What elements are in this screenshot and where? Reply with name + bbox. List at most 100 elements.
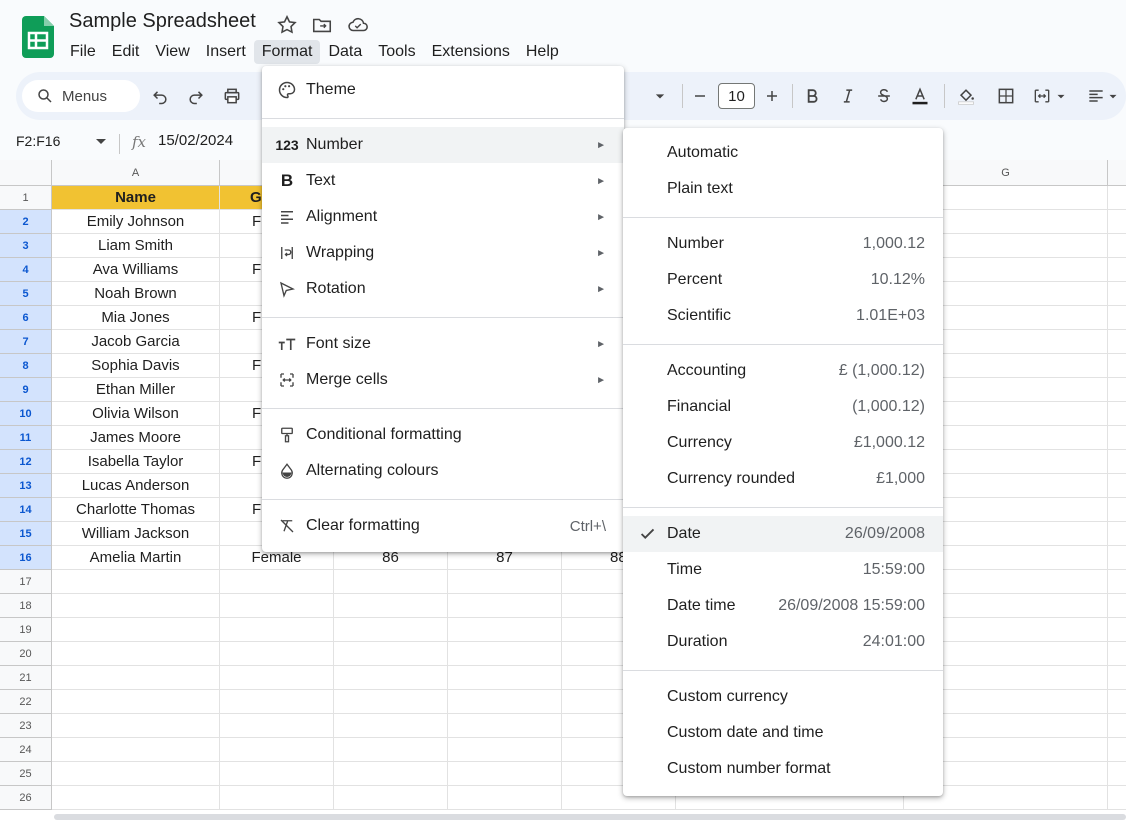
cloud-status-icon[interactable]	[347, 14, 369, 36]
grid-cell[interactable]	[448, 642, 562, 666]
grid-cell[interactable]	[1108, 594, 1126, 618]
row-header[interactable]: 23	[0, 714, 52, 738]
grid-cell[interactable]	[220, 570, 334, 594]
menu-tools[interactable]: Tools	[370, 40, 423, 64]
name-cell[interactable]: Sophia Davis	[52, 354, 220, 378]
row-header[interactable]: 13	[0, 474, 52, 498]
star-icon[interactable]	[276, 14, 298, 36]
row-header[interactable]: 3	[0, 234, 52, 258]
menu-edit[interactable]: Edit	[104, 40, 148, 64]
grid-cell[interactable]	[1108, 330, 1126, 354]
row-header[interactable]: 4	[0, 258, 52, 282]
name-cell[interactable]: Emily Johnson	[52, 210, 220, 234]
grid-cell[interactable]	[448, 666, 562, 690]
row-header[interactable]: 7	[0, 330, 52, 354]
format-menu-text[interactable]: B Text ►	[262, 163, 624, 199]
grid-cell[interactable]	[334, 570, 448, 594]
row-header[interactable]: 11	[0, 426, 52, 450]
grid-cell[interactable]	[52, 714, 220, 738]
row-header[interactable]: 6	[0, 306, 52, 330]
grid-cell[interactable]	[334, 786, 448, 810]
format-menu-alignment[interactable]: Alignment ►	[262, 199, 624, 235]
grid-cell[interactable]	[334, 762, 448, 786]
name-cell[interactable]: Ethan Miller	[52, 378, 220, 402]
move-folder-icon[interactable]	[311, 14, 333, 36]
grid-cell[interactable]	[334, 594, 448, 618]
font-dropdown-caret[interactable]	[648, 84, 672, 108]
grid-cell[interactable]	[448, 738, 562, 762]
row-header[interactable]: 9	[0, 378, 52, 402]
grid-cell[interactable]	[448, 762, 562, 786]
grid-cell[interactable]	[1108, 762, 1126, 786]
row-header[interactable]: 17	[0, 570, 52, 594]
number-format-number[interactable]: Number 1,000.12	[623, 226, 943, 262]
row-header[interactable]: 21	[0, 666, 52, 690]
redo-button[interactable]	[184, 84, 208, 108]
row-header[interactable]: 25	[0, 762, 52, 786]
grid-cell[interactable]	[1108, 474, 1126, 498]
grid-cell[interactable]	[1108, 306, 1126, 330]
grid-cell[interactable]	[1108, 378, 1126, 402]
grid-cell[interactable]	[52, 642, 220, 666]
number-format-date-time[interactable]: Date time 26/09/2008 15:59:00	[623, 588, 943, 624]
grid-cell[interactable]	[448, 618, 562, 642]
grid-cell[interactable]	[1108, 786, 1126, 810]
name-cell[interactable]: Olivia Wilson	[52, 402, 220, 426]
row-header[interactable]: 26	[0, 786, 52, 810]
menu-data[interactable]: Data	[320, 40, 370, 64]
grid-cell[interactable]	[334, 666, 448, 690]
grid-cell[interactable]	[334, 690, 448, 714]
grid-cell[interactable]	[334, 618, 448, 642]
name-cell[interactable]: Noah Brown	[52, 282, 220, 306]
grid-cell[interactable]	[1108, 450, 1126, 474]
name-cell[interactable]: William Jackson	[52, 522, 220, 546]
grid-cell[interactable]	[1108, 570, 1126, 594]
document-title[interactable]: Sample Spreadsheet	[69, 10, 256, 33]
font-size-input[interactable]: 10	[718, 83, 755, 109]
row-header[interactable]: 18	[0, 594, 52, 618]
formula-input[interactable]: 15/02/2024	[158, 132, 233, 149]
format-menu-font-size[interactable]: Font size ►	[262, 326, 624, 362]
number-format-time[interactable]: Time 15:59:00	[623, 552, 943, 588]
name-cell[interactable]: Ava Williams	[52, 258, 220, 282]
grid-cell[interactable]	[220, 738, 334, 762]
text-color-button[interactable]	[908, 84, 932, 108]
row-header[interactable]: 5	[0, 282, 52, 306]
format-menu-theme[interactable]: Theme	[262, 72, 624, 108]
number-format-plain-text[interactable]: Plain text	[623, 171, 943, 207]
grid-cell[interactable]	[1108, 666, 1126, 690]
menu-help[interactable]: Help	[518, 40, 567, 64]
grid-cell[interactable]	[220, 714, 334, 738]
format-menu-conditional-formatting[interactable]: Conditional formatting	[262, 417, 624, 453]
grid-cell[interactable]	[1108, 498, 1126, 522]
grid-cell[interactable]	[52, 762, 220, 786]
name-cell[interactable]: James Moore	[52, 426, 220, 450]
merge-cells-button[interactable]	[1030, 84, 1054, 108]
grid-cell[interactable]	[1108, 402, 1126, 426]
grid-cell[interactable]	[220, 642, 334, 666]
grid-cell[interactable]	[52, 570, 220, 594]
grid-cell[interactable]	[220, 618, 334, 642]
number-format-automatic[interactable]: Automatic	[623, 135, 943, 171]
name-box-caret-icon[interactable]	[96, 139, 106, 144]
select-all-corner[interactable]	[0, 160, 52, 186]
grid-cell[interactable]	[52, 594, 220, 618]
name-cell[interactable]: Isabella Taylor	[52, 450, 220, 474]
grid-cell[interactable]	[52, 786, 220, 810]
align-button[interactable]	[1084, 84, 1108, 108]
grid-cell[interactable]	[220, 786, 334, 810]
name-cell[interactable]: Amelia Martin	[52, 546, 220, 570]
grid-cell[interactable]	[52, 690, 220, 714]
row-header[interactable]: 22	[0, 690, 52, 714]
bold-button[interactable]	[800, 84, 824, 108]
print-button[interactable]	[220, 84, 244, 108]
number-format-currency[interactable]: Currency £1,000.12	[623, 425, 943, 461]
number-format-financial[interactable]: Financial (1,000.12)	[623, 389, 943, 425]
number-format-currency-rounded[interactable]: Currency rounded £1,000	[623, 461, 943, 497]
grid-cell[interactable]	[220, 594, 334, 618]
grid-cell[interactable]	[1108, 354, 1126, 378]
grid-cell[interactable]	[1108, 282, 1126, 306]
align-dropdown-caret[interactable]	[1106, 84, 1120, 108]
number-format-duration[interactable]: Duration 24:01:00	[623, 624, 943, 660]
format-menu-alternating-colours[interactable]: Alternating colours	[262, 453, 624, 489]
